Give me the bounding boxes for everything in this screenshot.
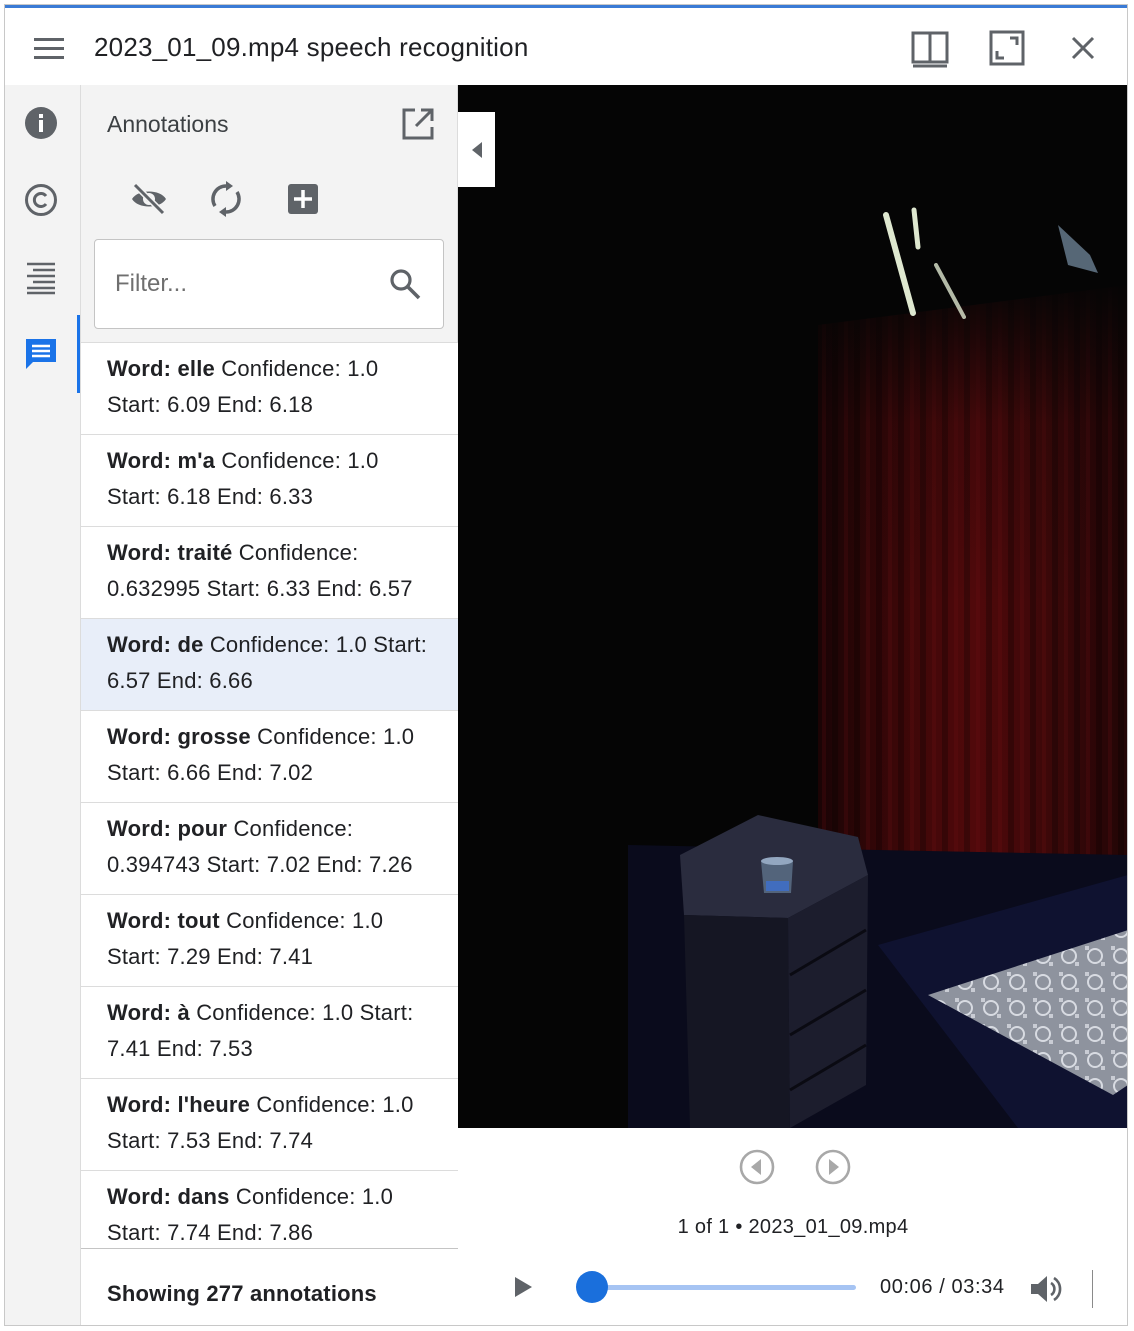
hamburger-menu-icon[interactable] (31, 34, 67, 64)
word-value: pour (177, 816, 228, 841)
annotation-word: Word: l'heure (107, 1092, 250, 1117)
word-prefix: Word: (107, 1184, 178, 1209)
filter-box (94, 239, 444, 329)
annotation-word: Word: elle (107, 356, 215, 381)
annotation-word: Word: m'a (107, 448, 215, 473)
previous-item-icon[interactable] (738, 1148, 776, 1186)
progress-track[interactable] (584, 1285, 856, 1290)
volume-icon[interactable] (1028, 1272, 1062, 1306)
annotation-item[interactable]: Word: à Confidence: 1.0 Start: 7.41 End:… (81, 987, 458, 1079)
word-value: dans (177, 1184, 230, 1209)
video-frame[interactable] (458, 85, 1127, 1128)
viewer-window: 2023_01_09.mp4 speech recognition Annota… (4, 4, 1128, 1326)
annotations-panel: Annotations Word: elle Confidence: 1.0 S… (81, 85, 458, 1325)
panel-title: Annotations (107, 111, 229, 137)
word-prefix: Word: (107, 724, 178, 749)
annotation-item[interactable]: Word: pour Confidence: 0.394743 Start: 7… (81, 803, 458, 895)
page-info: 1 of 1 • 2023_01_09.mp4 (677, 1216, 909, 1238)
visibility-off-icon[interactable] (129, 179, 169, 219)
close-icon[interactable] (1061, 26, 1105, 70)
copyright-icon (25, 184, 57, 216)
video-still-image (458, 85, 1127, 1128)
info-icon (25, 107, 57, 139)
annotation-item[interactable]: Word: grosse Confidence: 1.0 Start: 6.66… (81, 711, 458, 803)
annotation-word: Word: à (107, 1000, 190, 1025)
chevron-left-icon (472, 142, 482, 158)
rights-tab[interactable] (5, 162, 81, 238)
word-value: grosse (177, 724, 251, 749)
word-prefix: Word: (107, 540, 178, 565)
search-icon[interactable] (387, 266, 423, 302)
word-prefix: Word: (107, 448, 178, 473)
controls-divider (1092, 1270, 1093, 1308)
filter-input[interactable] (115, 266, 375, 302)
annotation-word: Word: pour (107, 816, 227, 841)
word-value: l'heure (177, 1092, 251, 1117)
panel-footer: Showing 277 annotations (81, 1248, 458, 1325)
annotation-item[interactable]: Word: elle Confidence: 1.0 Start: 6.09 E… (81, 343, 458, 435)
word-prefix: Word: (107, 356, 178, 381)
annotation-word: Word: grosse (107, 724, 251, 749)
word-value: à (177, 1000, 190, 1025)
word-value: traité (177, 540, 233, 565)
transcript-tab[interactable] (5, 239, 81, 315)
word-value: m'a (177, 448, 216, 473)
player-controls: 1 of 1 • 2023_01_09.mp4 00:06 / 03:34 (458, 1128, 1127, 1325)
comment-icon (26, 339, 56, 369)
annotation-word: Word: tout (107, 908, 220, 933)
annotation-list: Word: elle Confidence: 1.0 Start: 6.09 E… (81, 342, 458, 1248)
text-lines-icon (27, 262, 55, 295)
sync-icon[interactable] (206, 179, 246, 219)
active-tab-indicator (77, 315, 80, 393)
window-title: 2023_01_09.mp4 speech recognition (94, 32, 529, 62)
progress-thumb[interactable] (575, 1271, 608, 1303)
annotation-item[interactable]: Word: traité Confidence: 0.632995 Start:… (81, 527, 458, 619)
word-prefix: Word: (107, 1092, 178, 1117)
annotation-item[interactable]: Word: l'heure Confidence: 1.0 Start: 7.5… (81, 1079, 458, 1171)
word-prefix: Word: (107, 816, 178, 841)
word-value: de (177, 632, 204, 657)
word-prefix: Word: (107, 1000, 178, 1025)
play-icon[interactable] (510, 1275, 534, 1299)
annotation-item[interactable]: Word: de Confidence: 1.0 Start: 6.57 End… (81, 619, 458, 711)
annotation-word: Word: de (107, 632, 204, 657)
word-value: tout (177, 908, 220, 933)
time-display: 00:06 / 03:34 (880, 1276, 1005, 1298)
collapse-panel-button[interactable] (458, 112, 495, 187)
left-icon-rail (5, 85, 81, 1325)
word-prefix: Word: (107, 632, 178, 657)
annotation-word: Word: dans (107, 1184, 230, 1209)
annotation-word: Word: traité (107, 540, 232, 565)
annotation-item[interactable]: Word: tout Confidence: 1.0 Start: 7.29 E… (81, 895, 458, 987)
info-tab[interactable] (5, 85, 81, 161)
annotation-item[interactable]: Word: dans Confidence: 1.0 Start: 7.74 E… (81, 1171, 458, 1248)
add-box-icon[interactable] (283, 179, 323, 219)
next-item-icon[interactable] (814, 1148, 852, 1186)
split-view-icon[interactable] (908, 26, 952, 70)
fullscreen-icon[interactable] (985, 26, 1029, 70)
word-value: elle (177, 356, 215, 381)
annotation-item[interactable]: Word: m'a Confidence: 1.0 Start: 6.18 En… (81, 435, 458, 527)
word-prefix: Word: (107, 908, 178, 933)
annotations-tab[interactable] (5, 316, 81, 392)
window-header: 2023_01_09.mp4 speech recognition (5, 8, 1127, 85)
open-in-new-icon[interactable] (399, 105, 437, 143)
annotation-count: Showing 277 annotations (107, 1281, 377, 1306)
